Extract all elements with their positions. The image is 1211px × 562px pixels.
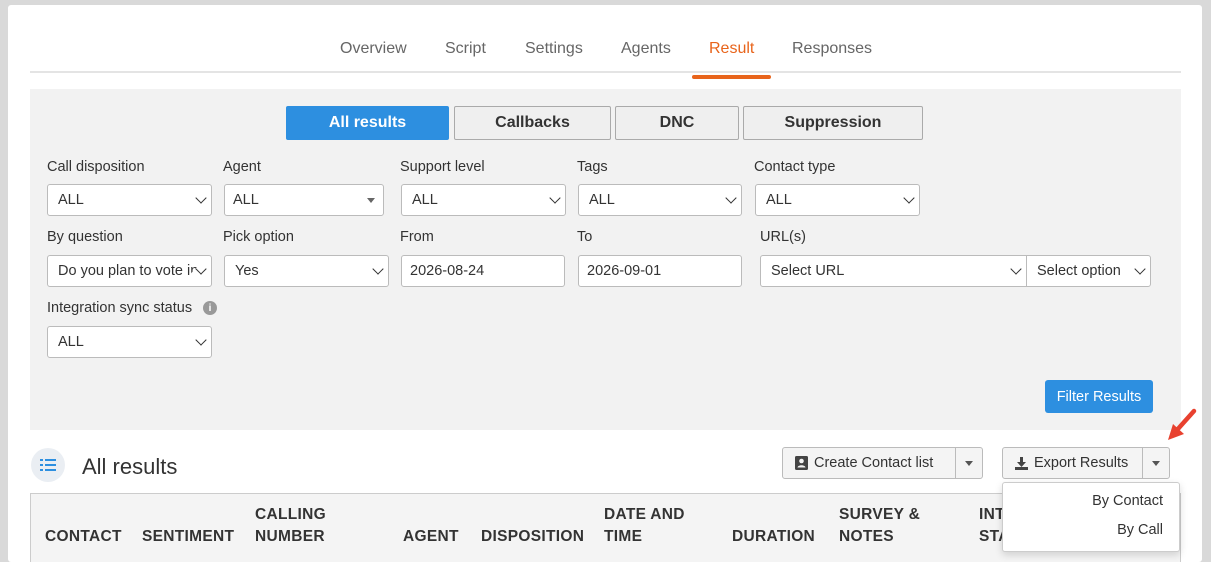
filter-panel: All results Callbacks DNC Suppression Ca… xyxy=(30,89,1181,430)
integration-sync-select[interactable]: ALL xyxy=(47,326,212,358)
tab-overview[interactable]: Overview xyxy=(340,40,407,73)
to-date-input[interactable]: 2026-09-01 xyxy=(578,255,742,287)
col-survey-line2[interactable]: NOTES xyxy=(839,526,894,548)
create-contact-list-label: Create Contact list xyxy=(814,455,934,471)
col-calling-line2[interactable]: NUMBER xyxy=(255,526,325,548)
from-date-input[interactable]: 2026-08-24 xyxy=(401,255,565,287)
caret-down-icon xyxy=(1152,460,1160,466)
list-icon-badge xyxy=(31,448,65,482)
tab-script[interactable]: Script xyxy=(445,40,486,73)
col-sentiment[interactable]: SENTIMENT xyxy=(142,526,234,548)
tab-responses[interactable]: Responses xyxy=(792,40,872,73)
main-card: Overview Script Settings Agents Result R… xyxy=(8,5,1202,562)
export-results-button[interactable]: Export Results xyxy=(1002,447,1143,479)
support-level-label: Support level xyxy=(400,159,485,175)
chevron-down-icon xyxy=(195,334,207,346)
tab-settings[interactable]: Settings xyxy=(525,40,583,73)
col-agent[interactable]: AGENT xyxy=(403,526,459,548)
agent-label: Agent xyxy=(223,159,261,175)
tags-label: Tags xyxy=(577,159,608,175)
by-question-value: Do you plan to vote in xyxy=(58,263,199,279)
chevron-down-icon xyxy=(1010,263,1022,275)
contact-book-icon xyxy=(795,456,808,470)
contact-type-select[interactable]: ALL xyxy=(755,184,920,216)
create-contact-list-dropdown[interactable] xyxy=(955,447,983,479)
export-results-label: Export Results xyxy=(1034,455,1129,471)
col-duration[interactable]: DURATION xyxy=(732,526,815,548)
url-option-select[interactable]: Select option xyxy=(1026,255,1151,287)
pick-option-select[interactable]: Yes xyxy=(224,255,389,287)
support-level-select[interactable]: ALL xyxy=(401,184,566,216)
col-survey-line1[interactable]: SURVEY & xyxy=(839,504,920,526)
to-label: To xyxy=(577,229,593,245)
create-contact-list-button[interactable]: Create Contact list xyxy=(782,447,956,479)
from-date-value: 2026-08-24 xyxy=(410,263,485,279)
export-menu: By Contact By Call xyxy=(1002,482,1180,552)
tags-value: ALL xyxy=(589,192,615,208)
chevron-down-icon xyxy=(195,192,207,204)
chevron-down-icon xyxy=(1134,263,1146,275)
segment-dnc[interactable]: DNC xyxy=(615,106,739,140)
url-select-value: Select URL xyxy=(771,263,845,279)
filter-results-button[interactable]: Filter Results xyxy=(1045,380,1153,413)
tab-agents[interactable]: Agents xyxy=(621,40,671,73)
download-icon xyxy=(1015,456,1028,470)
export-results-dropdown[interactable] xyxy=(1142,447,1170,479)
by-question-label: By question xyxy=(47,229,123,245)
col-date-line1[interactable]: DATE AND xyxy=(604,504,685,526)
agent-value: ALL xyxy=(233,192,259,208)
col-calling-line1[interactable]: CALLING xyxy=(255,504,326,526)
to-date-value: 2026-09-01 xyxy=(587,263,662,279)
segment-suppression[interactable]: Suppression xyxy=(743,106,923,140)
contact-type-label: Contact type xyxy=(754,159,836,175)
caret-down-icon xyxy=(965,460,973,466)
call-disposition-label: Call disposition xyxy=(47,159,145,175)
integration-sync-label: Integration sync status xyxy=(47,300,193,316)
chevron-down-icon xyxy=(903,192,915,204)
url-option-value: Select option xyxy=(1037,263,1121,279)
contact-type-value: ALL xyxy=(766,192,792,208)
tab-bar: Overview Script Settings Agents Result R… xyxy=(30,35,1181,79)
tags-select[interactable]: ALL xyxy=(578,184,742,216)
col-integration-line1[interactable]: INT xyxy=(979,504,1005,526)
export-by-call[interactable]: By Call xyxy=(1117,522,1163,538)
chevron-down-icon xyxy=(725,192,737,204)
chevron-down-icon xyxy=(372,263,384,275)
integration-sync-value: ALL xyxy=(58,334,84,350)
segment-callbacks[interactable]: Callbacks xyxy=(454,106,611,140)
pick-option-label: Pick option xyxy=(223,229,294,245)
segment-all-results[interactable]: All results xyxy=(286,106,449,140)
call-disposition-select[interactable]: ALL xyxy=(47,184,212,216)
support-level-value: ALL xyxy=(412,192,438,208)
caret-down-icon xyxy=(367,198,375,203)
urls-label: URL(s) xyxy=(760,229,806,245)
list-icon xyxy=(40,459,56,471)
col-disposition[interactable]: DISPOSITION xyxy=(481,526,584,548)
col-contact[interactable]: CONTACT xyxy=(45,526,122,548)
info-icon[interactable]: i xyxy=(203,301,217,315)
from-label: From xyxy=(400,229,434,245)
col-date-line2[interactable]: TIME xyxy=(604,526,642,548)
results-title: All results xyxy=(82,454,178,479)
pick-option-value: Yes xyxy=(235,263,259,279)
agent-select[interactable]: ALL xyxy=(224,184,384,216)
chevron-down-icon xyxy=(549,192,561,204)
tab-result[interactable]: Result xyxy=(691,40,772,79)
export-by-contact[interactable]: By Contact xyxy=(1092,493,1163,509)
call-disposition-value: ALL xyxy=(58,192,84,208)
by-question-select[interactable]: Do you plan to vote in xyxy=(47,255,212,287)
url-select[interactable]: Select URL xyxy=(760,255,1027,287)
annotation-arrow-icon xyxy=(1168,408,1197,440)
